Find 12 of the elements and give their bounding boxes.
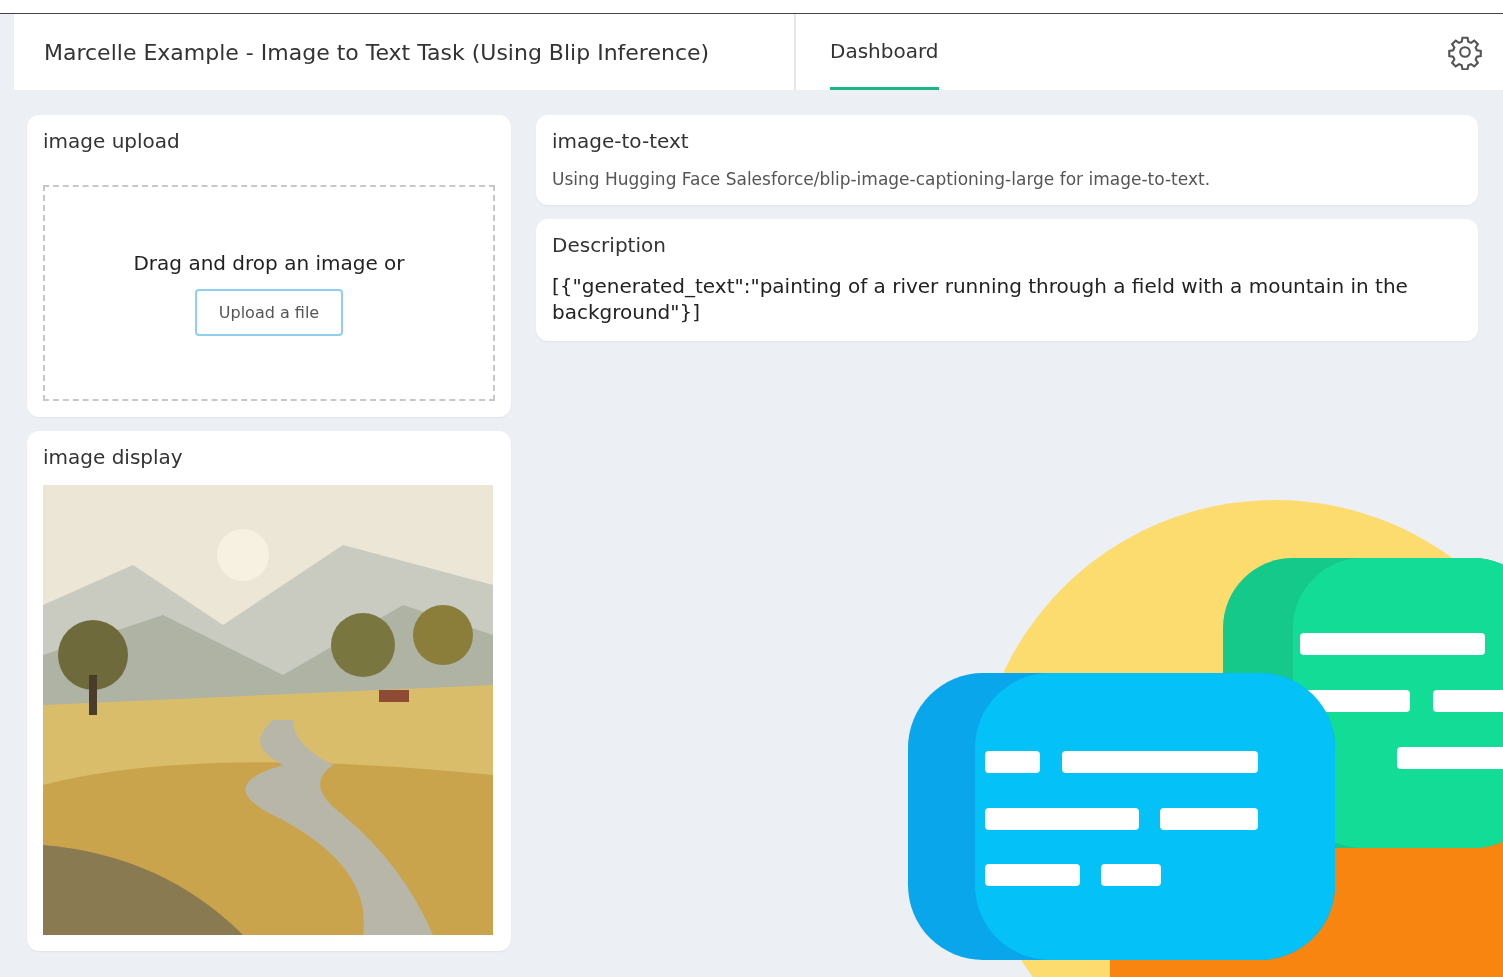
card-title: image-to-text [552,129,690,153]
dashboard-tab[interactable]: Dashboard [830,14,939,90]
drop-zone[interactable]: Drag and drop an image or Upload a file [43,185,495,401]
card-text: Using Hugging Face Salesforce/blip-image-captioning-large for image-to-text. [552,169,1212,189]
card-title: image upload [43,129,181,153]
settings-icon[interactable] [1447,34,1483,70]
upload-button[interactable]: Upload a file [194,288,344,336]
card-text: [{"generated_text":"painting of a river running through a field with a mountain in the background"}] [552,273,1409,325]
drop-prompt: Drag and drop an image or [133,250,405,275]
card-title: Description [552,233,667,257]
card-title: image display [43,445,184,469]
app-title: Marcelle Example - Image to Text Task (Using Blip Inference) [14,14,796,90]
